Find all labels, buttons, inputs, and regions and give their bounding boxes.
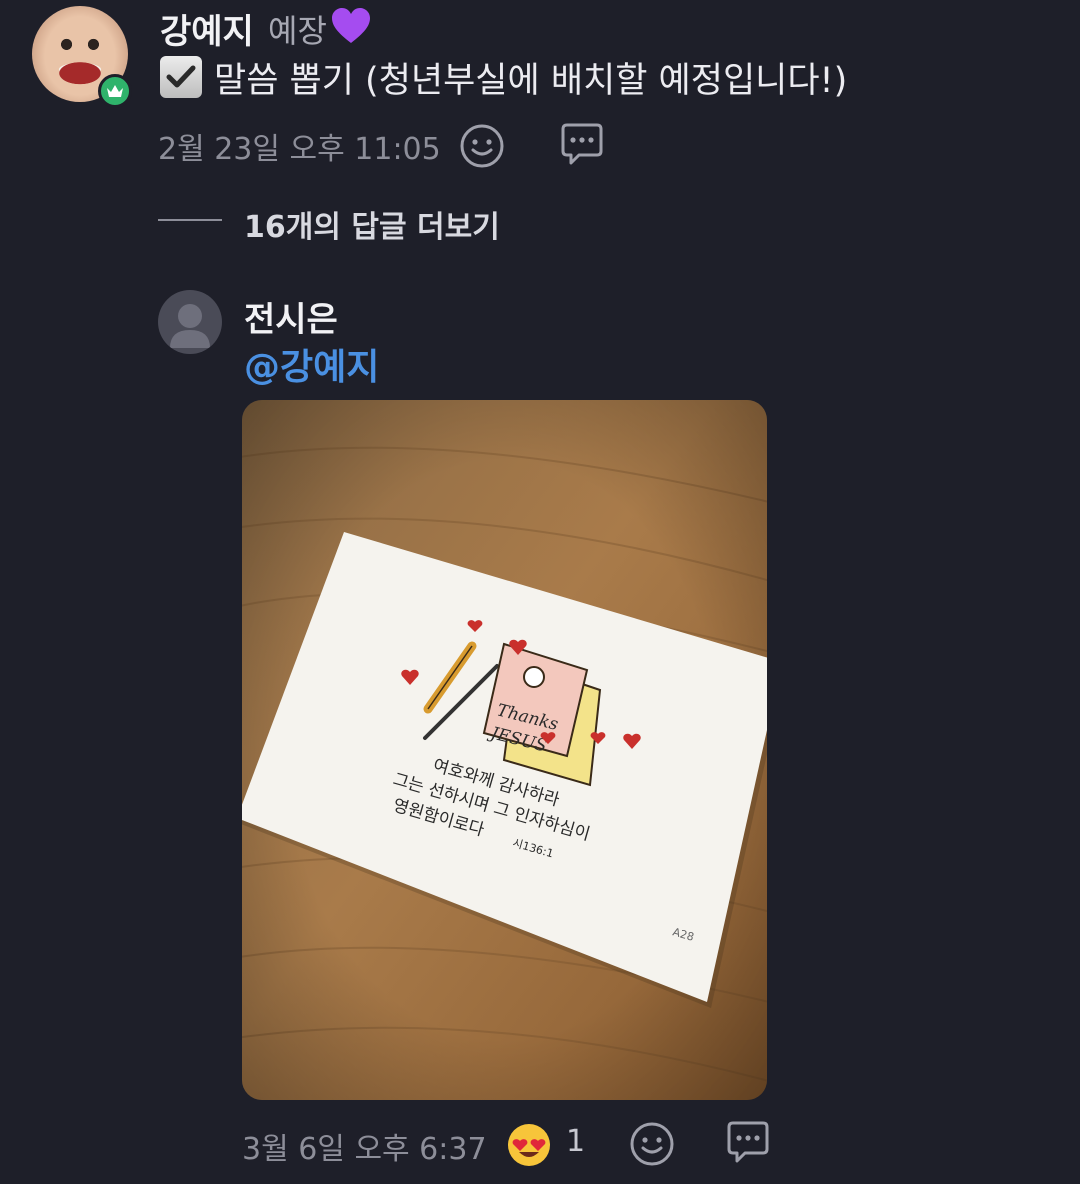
comment-bubble-icon [727, 1121, 769, 1163]
smiley-icon [460, 124, 504, 168]
reply-timestamp: 3월 6일 오후 6:37 [242, 1132, 487, 1167]
default-user-icon [170, 304, 210, 348]
author-role: 예장 [268, 12, 327, 50]
heart-eyes-emoji-icon[interactable] [506, 1122, 552, 1168]
author-name[interactable]: 강예지 [160, 4, 254, 53]
reply-author-name[interactable]: 전시은 [244, 292, 338, 341]
more-replies-link[interactable]: 16개의 답글 더보기 [244, 202, 500, 246]
smiley-icon [630, 1122, 674, 1166]
add-reaction-button[interactable] [628, 1120, 676, 1168]
reply-avatar[interactable] [158, 290, 222, 354]
reply-button[interactable] [722, 1118, 774, 1168]
thread-line [158, 219, 222, 221]
mention-link[interactable]: @강예지 [244, 338, 379, 390]
add-reaction-button[interactable] [458, 122, 506, 170]
crown-icon [98, 74, 132, 108]
reaction-count: 1 [566, 1124, 586, 1159]
attached-photo[interactable]: Thanks JESUS 여호와께 감사하라 그는 선하시며 그 인자하심이 영… [242, 400, 767, 1100]
comment-bubble-icon [561, 123, 603, 165]
post-timestamp: 2월 23일 오후 11:05 [158, 132, 441, 167]
reply-button[interactable] [556, 120, 608, 170]
checkbox-check-icon [160, 56, 202, 98]
purple-heart-icon [330, 6, 372, 46]
post-text: 말씀 뽑기 (청년부실에 배치할 예정입니다!) [214, 61, 848, 101]
